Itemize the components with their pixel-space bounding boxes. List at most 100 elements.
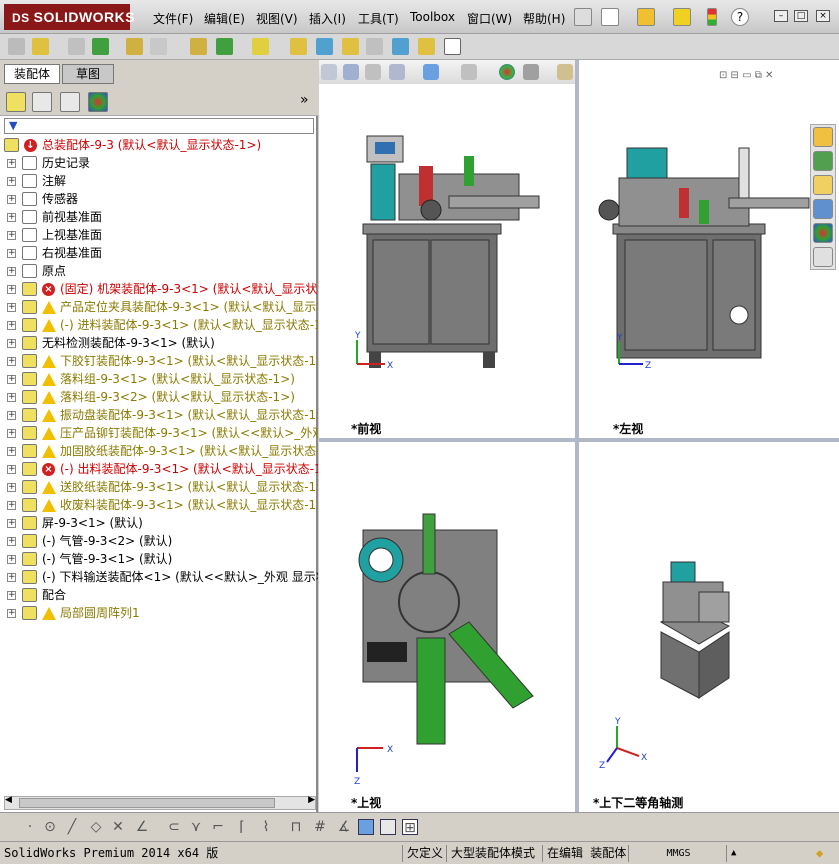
menu-view[interactable]: 视图(V)	[256, 10, 298, 27]
expand-toggle-icon[interactable]: +	[7, 465, 16, 474]
tree-item[interactable]: + 振动盘装配体-9-3<1> (默认<默认_显示状态-1>)	[0, 406, 318, 424]
exploded-view-icon[interactable]	[342, 38, 359, 55]
edit-component-icon[interactable]	[8, 38, 25, 55]
expand-toggle-icon[interactable]: +	[7, 519, 16, 528]
tree-item[interactable]: + × (固定) 机架装配体-9-3<1> (默认<默认_显示状态	[0, 280, 318, 298]
rebuild-warning-icon[interactable]	[673, 8, 691, 26]
close-window-icon[interactable]: ×	[816, 10, 830, 22]
tree-item[interactable]: + × (-) 出料装配体-9-3<1> (默认<默认_显示状态-1	[0, 460, 318, 478]
expand-toggle-icon[interactable]: +	[7, 393, 16, 402]
snapshot-icon[interactable]	[444, 38, 461, 55]
expand-toggle-icon[interactable]: +	[7, 195, 16, 204]
viewport-top[interactable]: X Z *上视	[319, 442, 575, 812]
configuration-manager-icon[interactable]	[60, 92, 80, 112]
units-up-icon[interactable]: ▲	[726, 845, 736, 862]
tree-item[interactable]: + 落料组-9-3<1> (默认<默认_显示状态-1>)	[0, 370, 318, 388]
expand-toggle-icon[interactable]: +	[7, 357, 16, 366]
horizontal-scrollbar[interactable]: ◀ ▶	[4, 795, 316, 810]
tree-item[interactable]: + 前视基准面	[0, 208, 318, 226]
help-question-icon[interactable]: ?	[731, 8, 749, 26]
move-component-icon[interactable]	[150, 38, 167, 55]
tree-item[interactable]: + 传感器	[0, 190, 318, 208]
tree-item[interactable]: + 加固胶纸装配体-9-3<1> (默认<默认_显示状态-1	[0, 442, 318, 460]
instant3d-icon[interactable]	[392, 38, 409, 55]
pattern-icon[interactable]	[92, 38, 109, 55]
tree-item[interactable]: + 无料检测装配体-9-3<1> (默认)	[0, 334, 318, 352]
circle-icon[interactable]: ⊙	[42, 819, 58, 835]
tree-item[interactable]: + 右视基准面	[0, 244, 318, 262]
four-view-icon[interactable]: ⊞	[402, 819, 418, 836]
grid-icon[interactable]: #	[312, 819, 328, 835]
new-document-icon[interactable]	[601, 8, 619, 26]
expand-toggle-icon[interactable]: +	[7, 231, 16, 240]
single-view-icon[interactable]	[380, 819, 396, 835]
chamfer-icon[interactable]: ⌈	[234, 819, 250, 835]
tree-item[interactable]: + 收废料装配体-9-3<1> (默认<默认_显示状态-1>)	[0, 496, 318, 514]
section-view-icon[interactable]	[389, 64, 405, 80]
zoom-to-fit-icon[interactable]	[321, 64, 337, 80]
tag-icon[interactable]: ◆	[812, 845, 823, 862]
pin-icon[interactable]	[574, 8, 592, 26]
expand-toggle-icon[interactable]: +	[7, 267, 16, 276]
tree-item[interactable]: + 局部圆周阵列1	[0, 604, 318, 622]
tree-item[interactable]: + 注解	[0, 172, 318, 190]
expand-toggle-icon[interactable]: +	[7, 501, 16, 510]
tree-item[interactable]: + 原点	[0, 262, 318, 280]
dimension-icon[interactable]: ⊓	[288, 819, 304, 835]
display-manager-icon[interactable]	[88, 92, 108, 112]
expand-panel-icon[interactable]: »	[300, 92, 309, 108]
viewport-front[interactable]: Y X *前视	[319, 84, 575, 438]
tree-item[interactable]: + 落料组-9-3<2> (默认<默认_显示状态-1>)	[0, 388, 318, 406]
expand-toggle-icon[interactable]: +	[7, 213, 16, 222]
design-library-icon[interactable]	[813, 151, 833, 171]
expand-toggle-icon[interactable]: +	[7, 591, 16, 600]
tree-item[interactable]: + 屏-9-3<1> (默认)	[0, 514, 318, 532]
spline-icon[interactable]: ⌇	[258, 819, 274, 835]
tree-item[interactable]: + (-) 气管-9-3<1> (默认)	[0, 550, 318, 568]
polygon-icon[interactable]: ◇	[88, 819, 104, 835]
expand-toggle-icon[interactable]: +	[7, 447, 16, 456]
menu-file[interactable]: 文件(F)	[153, 10, 193, 27]
menu-edit[interactable]: 编辑(E)	[204, 10, 245, 27]
explode-line-sketch-icon[interactable]	[366, 38, 383, 55]
viewport-left-controls[interactable]: ⊡ ⊟ ▭ ⧉ ✕	[719, 70, 773, 81]
file-explorer-icon[interactable]	[813, 175, 833, 195]
units-selector[interactable]: MMGS	[628, 845, 724, 862]
tab-assembly[interactable]: 装配体	[4, 64, 60, 84]
trim-icon[interactable]: ✕	[110, 819, 126, 835]
viewport-splitter-horizontal[interactable]	[319, 438, 839, 442]
expand-toggle-icon[interactable]: +	[7, 555, 16, 564]
point-icon[interactable]: ·	[22, 819, 38, 835]
bill-of-materials-icon[interactable]	[316, 38, 333, 55]
tree-item[interactable]: + (-) 下料输送装配体<1> (默认<<默认>_外观 显示状	[0, 568, 318, 586]
tree-filter[interactable]: ▼	[4, 118, 314, 134]
previous-view-icon[interactable]	[365, 64, 381, 80]
scene-icon[interactable]	[523, 64, 539, 80]
view-orientation-icon[interactable]	[423, 64, 439, 80]
restore-window-icon[interactable]: □	[794, 10, 808, 22]
insert-component-icon[interactable]	[32, 38, 49, 55]
mate-icon[interactable]	[68, 38, 85, 55]
traffic-light-icon[interactable]	[707, 8, 717, 26]
solidworks-resources-icon[interactable]	[813, 127, 833, 147]
menu-window[interactable]: 窗口(W)	[467, 10, 512, 27]
new-motion-study-icon[interactable]	[290, 38, 307, 55]
expand-toggle-icon[interactable]: +	[7, 159, 16, 168]
viewport-isometric[interactable]: Y X Z *上下二等角轴测	[579, 442, 839, 812]
expand-toggle-icon[interactable]: +	[7, 609, 16, 618]
tree-item[interactable]: + 配合	[0, 586, 318, 604]
mirror-icon[interactable]: ⋎	[188, 819, 204, 835]
expand-toggle-icon[interactable]: +	[7, 339, 16, 348]
expand-toggle-icon[interactable]: +	[7, 573, 16, 582]
view-palette-icon[interactable]	[813, 199, 833, 219]
tree-item[interactable]: + 产品定位夹具装配体-9-3<1> (默认<默认_显示状	[0, 298, 318, 316]
speedpak-icon[interactable]	[418, 38, 435, 55]
fillet-icon[interactable]: ⌐	[210, 819, 226, 835]
smart-fasteners-icon[interactable]	[126, 38, 143, 55]
scroll-right-icon[interactable]: ▶	[308, 795, 315, 805]
appearances-scenes-icon[interactable]	[813, 223, 833, 243]
expand-toggle-icon[interactable]: +	[7, 249, 16, 258]
expand-toggle-icon[interactable]: +	[7, 303, 16, 312]
view-settings-icon[interactable]	[557, 64, 573, 80]
angle-icon[interactable]: ∡	[336, 819, 352, 835]
